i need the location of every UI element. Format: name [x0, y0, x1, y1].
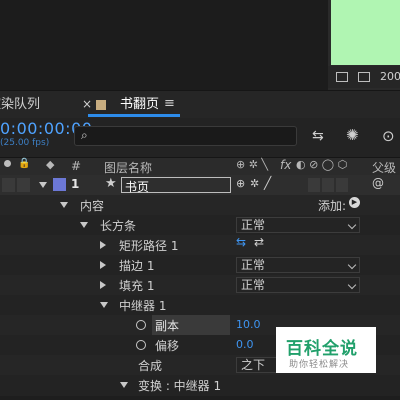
viewer-bottom-bar: 200: [328, 66, 400, 88]
collapse-switch-icon[interactable]: ✲: [250, 177, 259, 190]
column-fx: fx: [280, 158, 292, 172]
column-number: #: [71, 159, 82, 173]
contents-label: 内容: [80, 199, 105, 213]
property-row[interactable]: 填充 1 正常: [0, 275, 400, 295]
expand-icon[interactable]: [100, 241, 106, 249]
blend-mode-dropdown[interactable]: 正常: [236, 217, 360, 233]
layer-name-field[interactable]: 书页: [121, 177, 231, 194]
shy-layers-icon[interactable]: ✺: [346, 126, 359, 144]
watermark-title: 百科全说: [286, 339, 358, 359]
offset-label: 偏移: [155, 339, 180, 353]
switch-cell[interactable]: [322, 178, 334, 192]
panel-tab-bar: 渲染队列 × 书翻页 ≡: [0, 90, 400, 119]
blend-mode-dropdown[interactable]: 正常: [236, 257, 360, 273]
layer-search-input[interactable]: ⌕: [74, 126, 297, 146]
search-icon: ⌕: [81, 128, 88, 142]
composition-icon: [96, 100, 106, 110]
offset-value[interactable]: 0.0: [236, 338, 254, 351]
zoom-label[interactable]: 200: [380, 70, 400, 83]
monitor-icon[interactable]: [358, 72, 370, 82]
chevron-down-icon: [347, 280, 357, 290]
video-switch[interactable]: [2, 178, 15, 192]
chevron-down-icon: [347, 220, 357, 230]
layer-columns-header: 🔒 ◆ # 图层名称 ⊕ ✲ ╲ fx ◐ ⊘ ◯ ⬡ 父级: [0, 157, 400, 177]
copies-value[interactable]: 10.0: [236, 318, 261, 331]
composition-preview: [331, 0, 400, 65]
layer-name: 书页: [125, 180, 150, 194]
blend-mode-value: 正常: [241, 218, 266, 232]
snapshot-icon[interactable]: [336, 72, 348, 82]
path-direction-icon[interactable]: ⇆: [236, 235, 246, 249]
expand-layer-icon[interactable]: [39, 182, 47, 188]
expand-icon[interactable]: [80, 222, 88, 228]
column-layer-name[interactable]: 图层名称: [104, 159, 152, 176]
switch-cell[interactable]: [308, 178, 320, 192]
parent-pickwhip-icon[interactable]: @: [372, 176, 384, 190]
stroke-name: 描边 1: [119, 259, 155, 273]
contents-row[interactable]: 内容 添加: ▶: [0, 195, 400, 215]
repeater-name: 中继器 1: [119, 299, 167, 313]
property-row[interactable]: 矩形路径 1 ⇆ ⇄: [0, 235, 400, 255]
composition-mini-flowchart-icon[interactable]: ⇆: [312, 128, 324, 144]
expand-contents-icon[interactable]: [60, 202, 68, 208]
composite-value: 之下: [241, 358, 266, 372]
copies-label: 副本: [155, 319, 180, 333]
add-shape-icon[interactable]: ▶: [349, 197, 360, 208]
layer-row[interactable]: 1 ★ 书页 ⊕ ✲ ╱ @: [0, 175, 400, 195]
switches-icon: ⊕ ✲ ╲: [236, 158, 269, 171]
stopwatch-icon[interactable]: [136, 340, 146, 350]
bottom-edge: [0, 396, 400, 400]
switch-cell[interactable]: [336, 178, 348, 192]
composite-label: 合成: [138, 359, 163, 373]
solo-switch[interactable]: [17, 178, 30, 192]
menu-icon[interactable]: ≡: [164, 96, 175, 111]
column-parent: 父级: [372, 161, 397, 175]
layer-label-color[interactable]: [53, 178, 66, 191]
shape-layer-star-icon: ★: [105, 176, 117, 191]
blend-mode-value: 正常: [241, 258, 266, 272]
label-tag-icon[interactable]: ◆: [46, 158, 54, 171]
property-row[interactable]: 变换 : 中继器 1: [0, 375, 400, 395]
frame-blending-icon[interactable]: ⊙: [382, 127, 395, 145]
stopwatch-icon[interactable]: [136, 320, 146, 330]
tab-render-queue[interactable]: 渲染队列: [0, 91, 40, 119]
fill-name: 填充 1: [119, 279, 155, 293]
expand-icon[interactable]: [120, 382, 128, 388]
path-direction-reverse-icon[interactable]: ⇄: [254, 235, 264, 249]
video-toggle-icon[interactable]: [4, 160, 11, 167]
layer-number: 1: [71, 177, 80, 191]
expand-icon[interactable]: [100, 261, 106, 269]
transform-repeater-label: 变换 : 中继器 1: [138, 379, 222, 393]
chevron-down-icon: [347, 260, 357, 270]
lock-icon[interactable]: 🔒: [18, 158, 30, 169]
add-label: 添加:: [318, 199, 347, 213]
watermark-subtitle: 助你轻松解决: [289, 360, 350, 370]
close-icon[interactable]: ×: [82, 97, 92, 111]
switches-more-icon: ◐ ⊘ ◯ ⬡: [296, 158, 348, 171]
fps-label: (25.00 fps): [0, 138, 50, 148]
expand-icon[interactable]: [100, 281, 106, 289]
quality-switch-icon[interactable]: ╱: [264, 176, 271, 190]
shy-switch-icon[interactable]: ⊕: [236, 177, 245, 190]
property-row[interactable]: 中继器 1: [0, 295, 400, 315]
active-tab-indicator: [88, 114, 180, 117]
group-name: 长方条: [100, 219, 137, 233]
path-name: 矩形路径 1: [119, 239, 179, 253]
property-row[interactable]: 描边 1 正常: [0, 255, 400, 275]
blend-mode-dropdown[interactable]: 正常: [236, 277, 360, 293]
blend-mode-value: 正常: [241, 278, 266, 292]
expand-icon[interactable]: [100, 302, 108, 308]
property-row[interactable]: 长方条 正常: [0, 215, 400, 235]
